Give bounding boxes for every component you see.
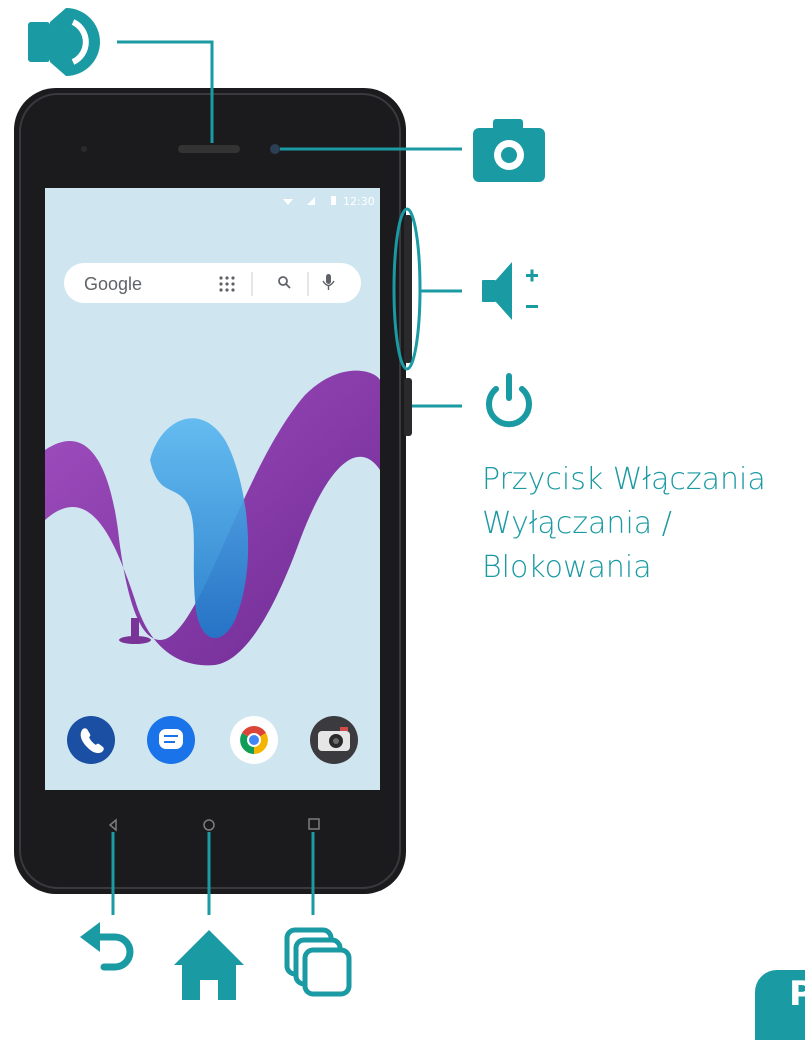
messages-app-icon[interactable]: [147, 716, 195, 764]
speaker-icon: [28, 8, 100, 76]
recent-apps-icon: [284, 927, 352, 997]
chrome-app-icon[interactable]: [230, 716, 278, 764]
sensor-dot: [81, 146, 87, 152]
page-tab-letter: P: [789, 974, 805, 1014]
page-tab: P: [755, 970, 805, 1040]
power-button-label-line2: Wyłączania /: [482, 506, 672, 541]
google-logo-text: Google: [84, 274, 142, 294]
back-arrow-icon: [80, 922, 134, 971]
front-camera: [270, 144, 280, 154]
earpiece: [178, 145, 240, 153]
camera-icon: [473, 119, 545, 182]
home-icon: [174, 930, 244, 1000]
power-button-label-line3: Blokowania: [482, 550, 652, 585]
power-icon: [486, 373, 532, 428]
status-clock: 12:30: [343, 195, 375, 208]
power-button-label-line1: Przycisk Włączania: [482, 462, 766, 497]
phone-diagram: 12:30 Google Przycisk Włączania Wyłączan…: [0, 0, 805, 1040]
apps-grid-icon[interactable]: [219, 276, 235, 292]
phone: 12:30 Google: [14, 88, 412, 894]
volume-rocker: [404, 215, 412, 363]
volume-icon: [482, 262, 538, 320]
power-button-label: Przycisk Włączania Wyłączania / Blokowan…: [482, 458, 766, 590]
power-key: [404, 378, 412, 436]
battery-status-icon: [331, 196, 336, 205]
camera-app-icon[interactable]: [310, 716, 358, 764]
google-search-bar[interactable]: Google: [64, 263, 361, 303]
phone-app-icon[interactable]: [67, 716, 115, 764]
